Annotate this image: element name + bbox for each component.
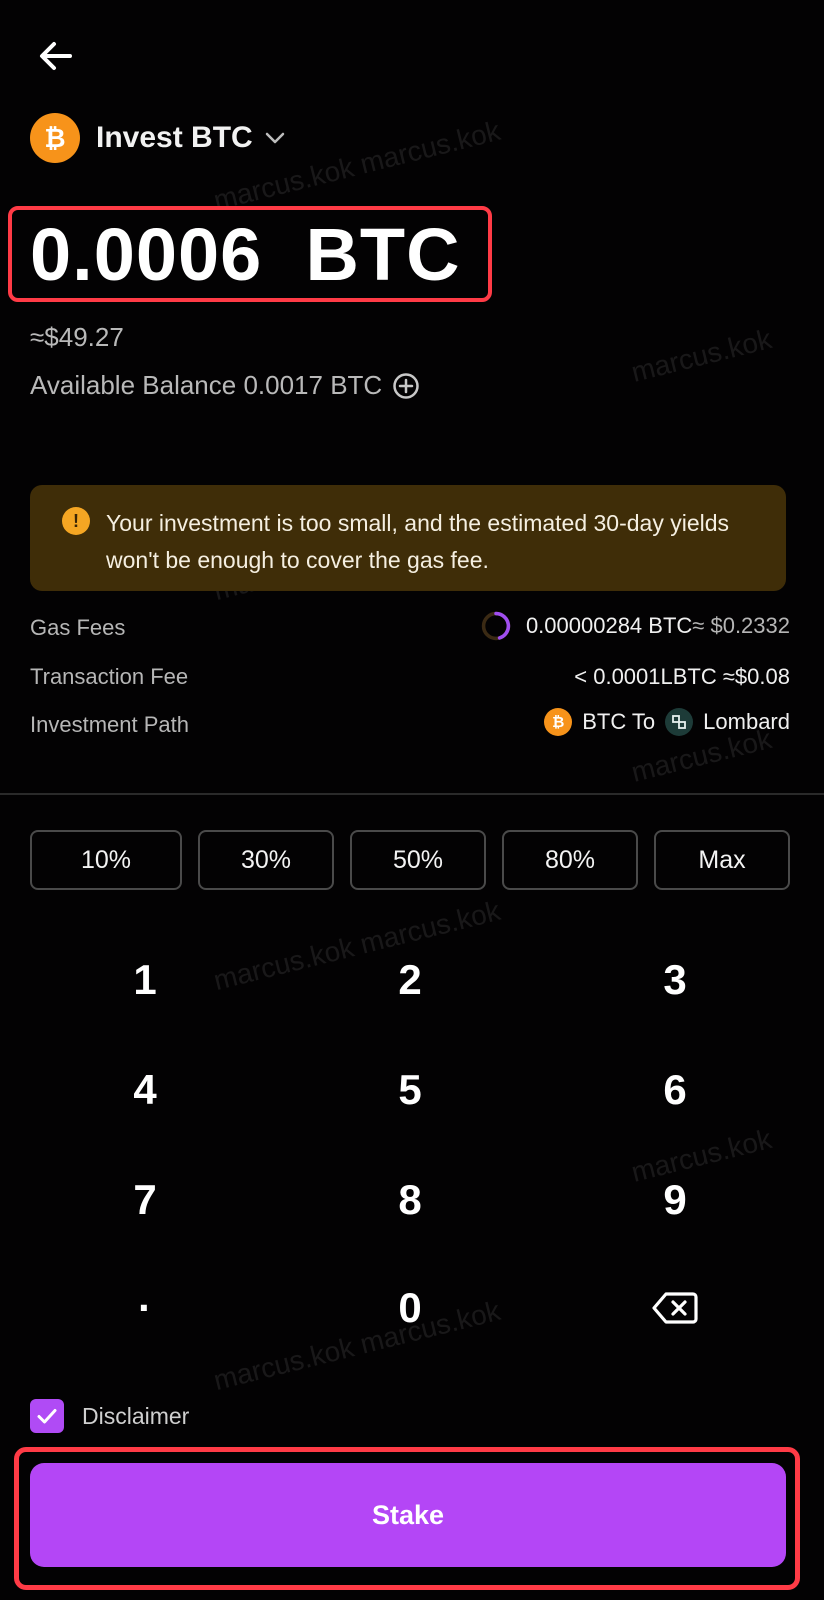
keypad-key-6[interactable]: 6	[555, 1040, 795, 1140]
keypad-key-1[interactable]: 1	[25, 930, 265, 1030]
disclaimer-label: Disclaimer	[82, 1402, 190, 1429]
arrow-left-icon	[40, 42, 72, 70]
back-button[interactable]	[30, 30, 82, 82]
keypad-key-decimal[interactable]: ·	[25, 1258, 265, 1358]
path-to: Lombard	[703, 709, 790, 734]
keypad-key-3[interactable]: 3	[555, 930, 795, 1030]
loading-spinner-icon	[481, 611, 511, 641]
warning-icon: !	[62, 507, 90, 535]
asset-selector[interactable]: ₿ Invest BTC	[30, 112, 289, 164]
investment-path-label: Investment Path	[30, 712, 189, 737]
disclaimer-checkbox[interactable]	[30, 1399, 64, 1433]
fiat-equivalent: ≈$49.27	[30, 322, 124, 352]
keypad-backspace[interactable]	[555, 1258, 795, 1358]
gas-fees-value: 0.00000284 BTC ≈ $0.2332	[480, 610, 790, 642]
warning-text: Your investment is too small, and the es…	[106, 510, 730, 573]
gas-fees-label: Gas Fees	[30, 615, 126, 640]
investment-path-value: ₿ BTC To Lombard	[544, 708, 790, 736]
chevron-down-icon	[261, 124, 289, 152]
percent-30-button[interactable]: 30%	[198, 830, 334, 890]
lombard-icon	[665, 708, 694, 736]
backspace-icon	[652, 1292, 698, 1324]
bitcoin-icon: ₿	[544, 708, 573, 736]
disclaimer-row: Disclaimer	[30, 1398, 189, 1434]
available-balance: Available Balance 0.0017 BTC	[30, 370, 420, 401]
keypad-key-9[interactable]: 9	[555, 1150, 795, 1250]
gas-fees-fiat: ≈ $0.2332	[692, 613, 790, 638]
keypad-key-0[interactable]: 0	[290, 1258, 530, 1358]
path-from: BTC To	[582, 709, 656, 734]
bitcoin-icon: ₿	[30, 113, 80, 163]
keypad-key-7[interactable]: 7	[25, 1150, 265, 1250]
keypad-key-4[interactable]: 4	[25, 1040, 265, 1140]
divider	[0, 793, 824, 795]
asset-title: Invest BTC	[96, 121, 253, 154]
plus-circle-icon[interactable]	[392, 372, 420, 400]
keypad-key-8[interactable]: 8	[290, 1150, 530, 1250]
amount-display: 0.0006 BTC	[30, 213, 461, 296]
keypad-key-5[interactable]: 5	[290, 1040, 530, 1140]
percent-10-button[interactable]: 10%	[30, 830, 182, 890]
percent-50-button[interactable]: 50%	[350, 830, 486, 890]
gas-fees-btc: 0.00000284 BTC	[525, 613, 693, 638]
checkmark-icon	[37, 1409, 57, 1424]
keypad-key-2[interactable]: 2	[290, 930, 530, 1030]
warning-banner: ! Your investment is too small, and the …	[30, 485, 786, 591]
transaction-fee-label: Transaction Fee	[30, 664, 189, 689]
max-button[interactable]: Max	[654, 830, 790, 890]
percent-80-button[interactable]: 80%	[502, 830, 638, 890]
available-balance-text: Available Balance 0.0017 BTC	[30, 370, 383, 400]
transaction-fee-value: < 0.0001LBTC ≈$0.08	[574, 664, 790, 689]
stake-button[interactable]: Stake	[30, 1463, 786, 1567]
watermark-text: marcus.kok	[628, 323, 775, 388]
